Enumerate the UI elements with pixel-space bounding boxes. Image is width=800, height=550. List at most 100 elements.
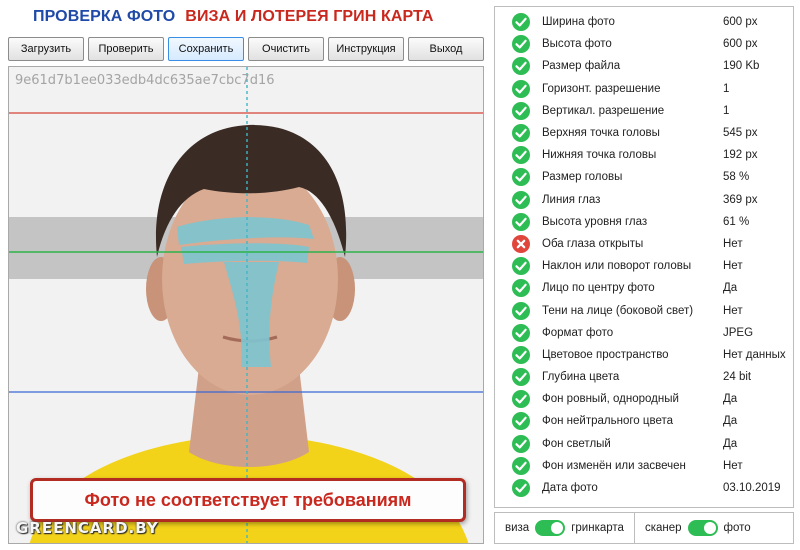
check-circle-icon bbox=[512, 456, 530, 475]
result-row: Высота фото 600 px bbox=[495, 33, 793, 55]
result-row: Лицо по центру фото Да bbox=[495, 277, 793, 299]
mode-toggle-group: виза гринкарта bbox=[495, 513, 634, 543]
check-circle-icon bbox=[512, 190, 530, 209]
result-value: Да bbox=[723, 437, 738, 450]
visa-label: виза bbox=[505, 522, 530, 534]
result-value: Нет bbox=[723, 260, 743, 273]
check-circle-icon bbox=[512, 479, 530, 498]
result-value: 03.10.2019 bbox=[723, 482, 781, 495]
check-results-list: Ширина фото 600 px Высота фото 600 px Размер… bbox=[495, 11, 793, 499]
check-circle-icon bbox=[512, 345, 530, 364]
result-label: Фон светлый bbox=[542, 437, 611, 450]
check-circle-icon bbox=[512, 124, 530, 143]
title-primary: ПРОВЕРКА ФОТО bbox=[33, 8, 176, 25]
result-row: Ширина фото 600 px bbox=[495, 11, 793, 33]
result-value: 600 px bbox=[723, 16, 758, 29]
result-label: Глубина цвета bbox=[542, 371, 620, 384]
result-row: Фон ровный, однородный Да bbox=[495, 388, 793, 410]
toolbar: Загрузить Проверить Сохранить Очистить И… bbox=[8, 37, 484, 61]
result-row: Размер файла 190 Kb bbox=[495, 55, 793, 77]
check-circle-icon bbox=[512, 13, 530, 32]
result-label: Фон ровный, однородный bbox=[542, 393, 679, 406]
exit-button[interactable]: Выход bbox=[408, 37, 484, 61]
result-value: 192 px bbox=[723, 149, 758, 162]
scanner-photo-switch[interactable] bbox=[687, 520, 718, 536]
check-circle-icon bbox=[512, 35, 530, 54]
result-value: 58 % bbox=[723, 171, 750, 184]
check-circle-icon bbox=[512, 412, 530, 431]
result-row: Линия глаз 369 px bbox=[495, 189, 793, 211]
check-circle-icon bbox=[512, 212, 530, 231]
result-label: Вертикал. разрешение bbox=[542, 104, 665, 117]
result-label: Ширина фото bbox=[542, 16, 615, 29]
result-row: Высота уровня глаз 61 % bbox=[495, 211, 793, 233]
photo-hash: 9e61d7b1ee033edb4dc635ae7cbc7d16 bbox=[15, 73, 275, 88]
result-label: Дата фото bbox=[542, 482, 598, 495]
result-row: Верхняя точка головы 545 px bbox=[495, 122, 793, 144]
instructions-button[interactable]: Инструкция bbox=[328, 37, 404, 61]
source-toggle-group: сканер фото bbox=[633, 513, 761, 543]
result-label: Размер головы bbox=[542, 171, 623, 184]
result-value: Да bbox=[723, 415, 738, 428]
check-circle-icon bbox=[512, 390, 530, 409]
result-row: Вертикал. разрешение 1 bbox=[495, 100, 793, 122]
result-row: Тени на лице (боковой свет) Нет bbox=[495, 299, 793, 321]
result-value: 369 px bbox=[723, 193, 758, 206]
cross-circle-icon bbox=[512, 234, 530, 253]
result-row: Цветовое пространство Нет данных bbox=[495, 344, 793, 366]
result-value: Нет bbox=[723, 304, 743, 317]
result-label: Тени на лице (боковой свет) bbox=[542, 304, 694, 317]
result-value: Нет данных bbox=[723, 348, 786, 361]
result-label: Лицо по центру фото bbox=[542, 282, 655, 295]
save-button[interactable]: Сохранить bbox=[168, 37, 244, 61]
check-circle-icon bbox=[512, 57, 530, 76]
check-circle-icon bbox=[512, 79, 530, 98]
photo-label: фото bbox=[723, 522, 751, 534]
result-value: Нет bbox=[723, 237, 743, 250]
visa-greencard-switch[interactable] bbox=[535, 520, 566, 536]
result-label: Горизонт. разрешение bbox=[542, 82, 661, 95]
load-button[interactable]: Загрузить bbox=[8, 37, 84, 61]
result-label: Верхняя точка головы bbox=[542, 127, 660, 140]
result-row: Фон нейтрального цвета Да bbox=[495, 410, 793, 432]
check-circle-icon bbox=[512, 168, 530, 187]
greencard-label: гринкарта bbox=[571, 522, 624, 534]
result-value: 1 bbox=[723, 82, 730, 95]
mode-toggle-bar: виза гринкарта сканер фото bbox=[494, 512, 794, 544]
result-row: Размер головы 58 % bbox=[495, 166, 793, 188]
result-label: Наклон или поворот головы bbox=[542, 260, 692, 273]
result-label: Линия глаз bbox=[542, 193, 601, 206]
result-label: Оба глаза открыты bbox=[542, 237, 644, 250]
result-value: Да bbox=[723, 282, 738, 295]
check-circle-icon bbox=[512, 279, 530, 298]
check-circle-icon bbox=[512, 368, 530, 387]
check-circle-icon bbox=[512, 257, 530, 276]
check-circle-icon bbox=[512, 323, 530, 342]
result-row: Фон светлый Да bbox=[495, 433, 793, 455]
result-row: Дата фото 03.10.2019 bbox=[495, 477, 793, 499]
check-circle-icon bbox=[512, 434, 530, 453]
result-value: 600 px bbox=[723, 38, 758, 51]
check-circle-icon bbox=[512, 101, 530, 120]
clear-button[interactable]: Очистить bbox=[248, 37, 324, 61]
result-value: 1 bbox=[723, 104, 730, 117]
status-banner: Фото не соответствует требованиям bbox=[30, 478, 466, 522]
scanner-label: сканер bbox=[644, 522, 682, 534]
portrait-photo bbox=[9, 67, 483, 543]
result-row: Фон изменён или засвечен Нет bbox=[495, 455, 793, 477]
result-value: 24 bit bbox=[723, 371, 752, 384]
result-row: Формат фото JPEG bbox=[495, 322, 793, 344]
result-label: Размер файла bbox=[542, 60, 621, 73]
result-value: 61 % bbox=[723, 215, 750, 228]
check-circle-icon bbox=[512, 301, 530, 320]
result-label: Высота фото bbox=[542, 38, 612, 51]
result-row: Нижняя точка головы 192 px bbox=[495, 144, 793, 166]
result-label: Формат фото bbox=[542, 326, 614, 339]
result-value: 545 px bbox=[723, 127, 758, 140]
result-row: Оба глаза открыты Нет bbox=[495, 233, 793, 255]
result-label: Нижняя точка головы bbox=[542, 149, 657, 162]
title-secondary: ВИЗА И ЛОТЕРЕЯ ГРИН КАРТА bbox=[185, 8, 434, 25]
result-label: Цветовое пространство bbox=[542, 348, 669, 361]
check-button[interactable]: Проверить bbox=[88, 37, 164, 61]
result-value: Нет bbox=[723, 459, 743, 472]
